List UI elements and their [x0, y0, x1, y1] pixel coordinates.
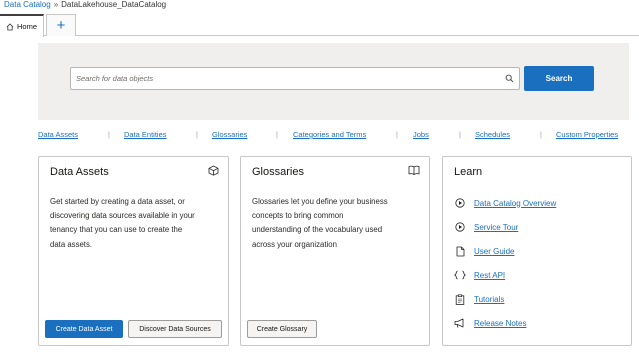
new-tab-button[interactable]: +	[46, 14, 76, 36]
glossaries-card: Glossaries Glossaries let you define you…	[240, 156, 430, 346]
learn-link-rest-api[interactable]: Rest API	[474, 271, 505, 280]
data-assets-card: Data Assets Get started by creating a da…	[38, 156, 229, 346]
learn-link-release-notes[interactable]: Release Notes	[474, 319, 526, 328]
description-line: tenancy that you can use to create the	[50, 225, 183, 235]
tab-bar: Home +	[0, 14, 639, 37]
description-line: understanding of the vocabulary used	[252, 225, 383, 235]
search-button[interactable]: Search	[524, 66, 594, 91]
learn-item-data-catalog-overview: Data Catalog Overview	[454, 191, 556, 215]
link-schedules[interactable]: Schedules	[475, 130, 510, 140]
learn-card: Learn Data Catalog Overview Service Tour…	[442, 156, 632, 346]
cube-icon	[208, 165, 219, 176]
breadcrumb: Data Catalog» DataLakehouse_DataCatalog	[4, 0, 166, 10]
learn-link-data-catalog-overview[interactable]: Data Catalog Overview	[474, 199, 556, 208]
learn-link-user-guide[interactable]: User Guide	[474, 247, 514, 256]
breadcrumb-current: DataLakehouse_DataCatalog	[61, 0, 167, 9]
link-divider: |	[196, 130, 198, 139]
learn-item-tutorials: Tutorials	[454, 287, 556, 311]
home-icon	[6, 22, 14, 31]
learn-list: Data Catalog Overview Service Tour User …	[454, 191, 556, 335]
play-circle-icon	[454, 198, 466, 208]
link-divider: |	[396, 130, 398, 139]
clipboard-icon	[454, 293, 466, 305]
create-data-asset-button[interactable]: Create Data Asset	[45, 320, 123, 338]
megaphone-icon	[454, 318, 466, 328]
description-line: data assets.	[50, 239, 93, 249]
tab-home-label: Home	[16, 22, 37, 31]
data-assets-description: Get started by creating a data asset, or…	[50, 195, 195, 252]
breadcrumb-separator: »	[53, 0, 59, 9]
search-icon[interactable]	[499, 74, 519, 83]
link-divider: |	[276, 130, 278, 139]
play-circle-icon	[454, 222, 466, 232]
learn-item-rest-api: Rest API	[454, 263, 556, 287]
learn-item-service-tour: Service Tour	[454, 215, 556, 239]
search-panel: Search	[38, 43, 629, 120]
discover-data-sources-button[interactable]: Discover Data Sources	[128, 320, 222, 338]
link-data-assets[interactable]: Data Assets	[38, 130, 78, 140]
learn-title: Learn	[454, 166, 483, 178]
document-icon	[454, 246, 466, 257]
braces-icon	[454, 270, 466, 280]
link-jobs[interactable]: Jobs	[413, 130, 429, 140]
data-assets-title: Data Assets	[50, 166, 109, 178]
create-glossary-button[interactable]: Create Glossary	[247, 320, 317, 338]
description-line: Get started by creating a data asset, or	[50, 197, 185, 206]
tab-home[interactable]: Home	[0, 14, 44, 37]
link-data-entities[interactable]: Data Entities	[124, 130, 167, 140]
glossaries-title: Glossaries	[252, 166, 304, 178]
link-divider: |	[540, 130, 542, 139]
search-box	[70, 67, 520, 90]
link-categories-and-terms[interactable]: Categories and Terms	[293, 130, 366, 140]
link-glossaries[interactable]: Glossaries	[212, 130, 247, 140]
link-divider: |	[459, 130, 461, 139]
description-line: across your organization	[252, 239, 337, 249]
description-line: discovering data sources available in yo…	[50, 211, 195, 221]
glossaries-description: Glossaries let you define your business …	[252, 195, 388, 252]
breadcrumb-data-catalog[interactable]: Data Catalog	[4, 0, 51, 9]
learn-item-release-notes: Release Notes	[454, 311, 556, 335]
learn-link-tutorials[interactable]: Tutorials	[474, 295, 504, 304]
description-line: Glossaries let you define your business	[252, 197, 388, 206]
link-custom-properties[interactable]: Custom Properties	[556, 130, 618, 140]
link-divider: |	[108, 130, 110, 139]
learn-link-service-tour[interactable]: Service Tour	[474, 223, 518, 232]
description-line: concepts to bring common	[252, 211, 344, 221]
search-input[interactable]	[71, 74, 499, 83]
book-icon	[408, 165, 420, 175]
learn-item-user-guide: User Guide	[454, 239, 556, 263]
